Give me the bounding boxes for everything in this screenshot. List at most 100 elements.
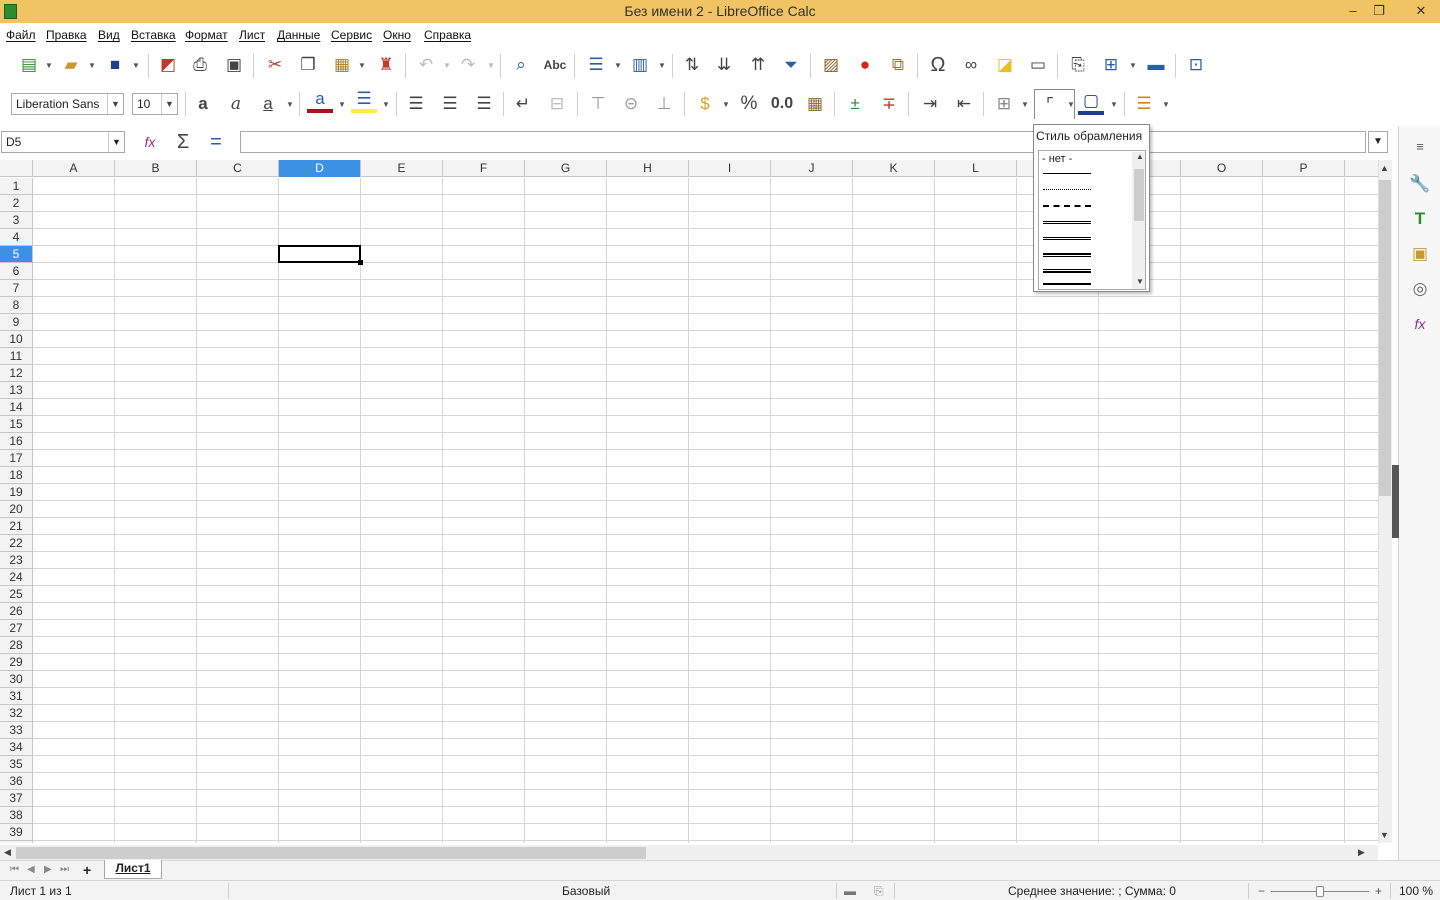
column-header[interactable]: H	[607, 160, 689, 177]
chevron-down-icon[interactable]: ▼	[1021, 100, 1029, 109]
clone-formatting-icon[interactable]: ♜	[373, 52, 399, 78]
open-folder-icon[interactable]: ▰	[58, 52, 84, 78]
close-button[interactable]: ✕	[1404, 0, 1438, 22]
paste-icon[interactable]: ▦	[329, 52, 355, 78]
autofilter-icon[interactable]: ⏷	[778, 52, 804, 78]
sidebar-collapse-handle[interactable]	[1392, 465, 1399, 538]
popup-scroll-up-icon[interactable]: ▲	[1136, 152, 1144, 161]
chevron-down-icon[interactable]: ▼	[358, 61, 366, 70]
column-header[interactable]: B	[115, 160, 197, 177]
menu-help[interactable]: Справка	[424, 28, 471, 42]
scroll-right-icon[interactable]: ▶	[1358, 847, 1365, 858]
font-name-combobox[interactable]: Liberation Sans ▼	[11, 93, 124, 115]
chevron-down-icon[interactable]: ▼	[658, 61, 666, 70]
navigator-icon[interactable]: ◎	[1406, 275, 1434, 303]
border-style-list[interactable]: - нет - ▲ ▼	[1038, 150, 1146, 290]
chevron-down-icon[interactable]: ▼	[443, 61, 451, 70]
row-header[interactable]: 9	[0, 314, 32, 331]
wrap-text-icon[interactable]: ↵	[510, 91, 536, 117]
zoom-slider-knob[interactable]	[1316, 886, 1324, 897]
menu-view[interactable]: Вид	[98, 28, 120, 42]
sort-icon[interactable]: ⇅	[679, 52, 705, 78]
column-header[interactable]: G	[525, 160, 607, 177]
row-header[interactable]: 23	[0, 552, 32, 569]
row-header[interactable]: 10	[0, 331, 32, 348]
date-format-icon[interactable]: ▦	[802, 91, 828, 117]
align-middle-icon[interactable]: ⊝	[618, 91, 644, 117]
border-style-none[interactable]: - нет -	[1042, 153, 1072, 165]
column-icon[interactable]: ▥	[627, 52, 653, 78]
row-header[interactable]: 30	[0, 671, 32, 688]
align-top-icon[interactable]: ⊤	[585, 91, 611, 117]
popup-scroll-down-icon[interactable]: ▼	[1136, 277, 1144, 286]
chevron-down-icon[interactable]: ▼	[132, 61, 140, 70]
page-style[interactable]: Базовый	[562, 884, 610, 898]
properties-icon[interactable]: 🔧	[1406, 170, 1434, 198]
special-character-icon[interactable]: Ω	[925, 52, 951, 78]
row-header[interactable]: 37	[0, 790, 32, 807]
redo-icon[interactable]: ↷	[455, 52, 481, 78]
highlight-color-icon[interactable]: ☰	[351, 89, 377, 113]
menu-data[interactable]: Данные	[277, 28, 320, 42]
column-header[interactable]: O	[1181, 160, 1263, 177]
row-header[interactable]: 17	[0, 450, 32, 467]
column-header[interactable]: C	[197, 160, 279, 177]
border-style-thick[interactable]	[1043, 283, 1091, 285]
row-header[interactable]: 6	[0, 263, 32, 280]
row-header[interactable]: 20	[0, 501, 32, 518]
row-header[interactable]: 33	[0, 722, 32, 739]
column-header[interactable]: A	[33, 160, 115, 177]
split-window-icon[interactable]: ▬	[1143, 52, 1169, 78]
function-wizard-icon[interactable]: fx	[137, 129, 163, 155]
formula-icon[interactable]: =	[203, 129, 229, 155]
border-style-button[interactable]: ⌜ ▼	[1034, 89, 1075, 119]
underline-icon[interactable]: a	[255, 91, 281, 117]
row-header[interactable]: 11	[0, 348, 32, 365]
decrease-indent-icon[interactable]: ⇤	[951, 91, 977, 117]
hyperlink-icon[interactable]: ∞	[958, 52, 984, 78]
bold-icon[interactable]: a	[190, 91, 216, 117]
chevron-down-icon[interactable]: ▼	[88, 61, 96, 70]
styles-icon[interactable]: T	[1406, 205, 1434, 233]
copy-icon[interactable]: ❐	[295, 52, 321, 78]
select-all-corner[interactable]	[0, 160, 33, 177]
zoom-out-button[interactable]: −	[1258, 884, 1265, 898]
row-header[interactable]: 28	[0, 637, 32, 654]
delete-decimal-place-icon[interactable]: ∓	[876, 91, 902, 117]
row-header[interactable]: 27	[0, 620, 32, 637]
align-bottom-icon[interactable]: ⊥	[651, 91, 677, 117]
row-header[interactable]: 22	[0, 535, 32, 552]
row-header[interactable]: 16	[0, 433, 32, 450]
pivot-table-icon[interactable]: ⧉	[885, 52, 911, 78]
border-style-double-thin[interactable]	[1043, 221, 1091, 224]
border-style-double[interactable]	[1043, 237, 1091, 240]
cut-icon[interactable]: ✂	[262, 52, 288, 78]
previous-sheet-icon[interactable]: ◀	[27, 864, 35, 875]
chevron-down-icon[interactable]: ▼	[382, 100, 390, 109]
column-header[interactable]: K	[853, 160, 935, 177]
first-sheet-icon[interactable]: ⏮	[10, 864, 19, 875]
chevron-down-icon[interactable]: ▼	[338, 100, 346, 109]
new-document-icon[interactable]: ▤	[16, 52, 42, 78]
sheet-tab[interactable]: Лист1	[104, 860, 162, 879]
undo-icon[interactable]: ↶	[413, 52, 439, 78]
increase-indent-icon[interactable]: ⇥	[917, 91, 943, 117]
selection-mode-icon[interactable]: ▬	[844, 884, 856, 898]
column-header[interactable]: P	[1263, 160, 1345, 177]
restore-button[interactable]: ❐	[1364, 0, 1394, 22]
chevron-down-icon[interactable]: ▼	[108, 132, 124, 152]
popup-scroll-thumb[interactable]	[1134, 169, 1144, 221]
menu-insert[interactable]: Вставка	[131, 28, 176, 42]
chevron-down-icon[interactable]: ▼	[286, 100, 294, 109]
row-header[interactable]: 21	[0, 518, 32, 535]
row-header[interactable]: 34	[0, 739, 32, 756]
functions-icon[interactable]: fx	[1406, 310, 1434, 338]
zoom-in-button[interactable]: +	[1375, 884, 1382, 898]
row-header[interactable]: 24	[0, 569, 32, 586]
insert-image-icon[interactable]: ▨	[818, 52, 844, 78]
row-header[interactable]: 38	[0, 807, 32, 824]
borders-icon[interactable]: ⊞	[991, 91, 1017, 117]
row-header[interactable]: 26	[0, 603, 32, 620]
print-icon[interactable]: ⎙	[187, 52, 213, 78]
font-color-icon[interactable]: a	[307, 89, 333, 113]
